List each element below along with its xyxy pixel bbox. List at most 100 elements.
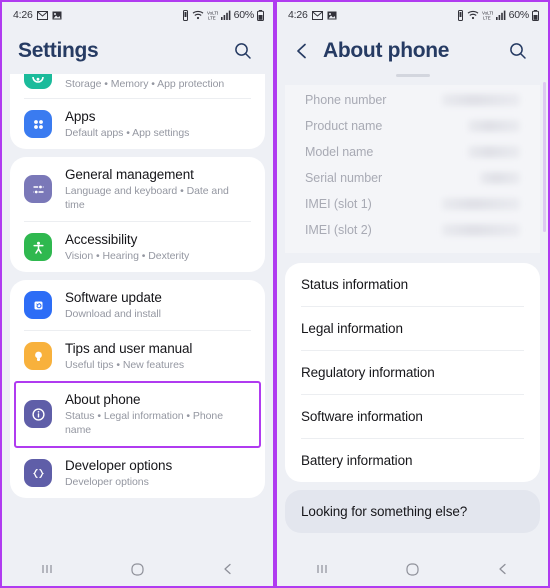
settings-item-software-update-text: Software update Download and install [65, 289, 162, 321]
menu-item-software-information[interactable]: Software information [301, 394, 524, 438]
settings-item-apps-text: Apps Default apps • App settings [65, 108, 189, 140]
info-row-phone-number[interactable]: Phone number [285, 87, 540, 113]
settings-item-tips-text: Tips and user manual Useful tips • New f… [65, 340, 192, 372]
svg-text:LTE: LTE [208, 15, 216, 20]
info-value-redacted [468, 120, 520, 132]
status-bar-time: 4:26 [13, 9, 33, 21]
info-label: Phone number [305, 93, 387, 107]
gmail-icon [36, 10, 48, 20]
recents-button[interactable] [25, 555, 69, 583]
battery-percent-label: 60% [233, 9, 255, 21]
settings-item-subtitle: Default apps • App settings [65, 127, 190, 139]
signal-icon [220, 10, 231, 20]
info-row-imei-slot-2[interactable]: IMEI (slot 2) [285, 217, 540, 243]
settings-item-subtitle: Storage • Memory • App protection [65, 78, 225, 90]
photos-icon [327, 11, 337, 20]
settings-item-tips-and-user-manual[interactable]: Tips and user manual Useful tips • New f… [24, 330, 251, 381]
settings-group-about: Software update Download and install Tip… [10, 280, 265, 498]
search-icon[interactable] [504, 37, 532, 65]
info-circle-icon [24, 400, 52, 428]
status-bar-left-group: 4:26 [13, 9, 62, 21]
settings-item-subtitle: Status • Legal information • Phone name [65, 410, 223, 436]
lightbulb-icon [24, 342, 52, 370]
software-update-icon [24, 291, 52, 319]
screenshot-root: 4:26 VoLTELTE [0, 0, 550, 588]
settings-item-general-management[interactable]: General management Language and keyboard… [24, 157, 251, 221]
info-row-model-name[interactable]: Model name [285, 139, 540, 165]
settings-item-apps[interactable]: Apps Default apps • App settings [24, 98, 251, 149]
navigation-bar-left [2, 552, 273, 586]
info-value-redacted [480, 172, 520, 184]
settings-scroll-body[interactable]: Storage • Memory • App protection Apps D… [2, 74, 273, 552]
info-label: Serial number [305, 171, 383, 185]
chevron-left-icon[interactable] [289, 38, 315, 64]
navigation-bar-right [277, 552, 548, 586]
settings-item-title: About phone [65, 392, 141, 407]
lte-icon: VoLTELTE [482, 10, 493, 20]
signal-icon [495, 10, 506, 20]
battery-percent-label: 60% [508, 9, 530, 21]
settings-item-subtitle: Download and install [65, 308, 161, 320]
settings-item-title: Software update [65, 290, 162, 305]
settings-item-developer-options-text: Developer options Developer options [65, 457, 172, 489]
right-phone-screen: 4:26 VoLTELTE [275, 0, 550, 588]
svg-text:LTE: LTE [483, 15, 491, 20]
settings-item-software-update[interactable]: Software update Download and install [24, 280, 251, 330]
accessibility-person-icon [24, 233, 52, 261]
recents-button[interactable] [300, 555, 344, 583]
device-care-icon [24, 74, 52, 89]
about-phone-app-bar: About phone [277, 28, 548, 74]
info-row-serial-number[interactable]: Serial number [285, 165, 540, 191]
settings-item-title: Accessibility [65, 232, 138, 247]
settings-app-bar: Settings [2, 28, 273, 74]
settings-item-accessibility-text: Accessibility Vision • Hearing • Dexteri… [65, 231, 189, 263]
home-button[interactable] [390, 555, 434, 583]
left-phone-screen: 4:26 VoLTELTE [0, 0, 275, 588]
settings-item-device-care[interactable]: Storage • Memory • App protection [24, 74, 251, 98]
device-info-card: Phone number Product name Model name Ser… [285, 85, 540, 253]
info-row-imei-slot-1[interactable]: IMEI (slot 1) [285, 191, 540, 217]
settings-group-general: General management Language and keyboard… [10, 157, 265, 272]
info-value-redacted [442, 198, 520, 210]
looking-for-something-else-item[interactable]: Looking for something else? [285, 490, 540, 533]
settings-item-subtitle: Vision • Hearing • Dexterity [65, 250, 190, 262]
status-bar-time: 4:26 [288, 9, 308, 21]
status-bar-left-group: 4:26 [288, 9, 337, 21]
settings-item-developer-options[interactable]: Developer options Developer options [24, 448, 251, 498]
settings-item-title: Apps [65, 109, 96, 124]
back-button[interactable] [481, 555, 525, 583]
back-button[interactable] [206, 555, 250, 583]
about-phone-scroll-body[interactable]: Phone number Product name Model name Ser… [277, 74, 548, 552]
info-label: IMEI (slot 2) [305, 223, 372, 237]
code-braces-icon [24, 459, 52, 487]
lte-icon: VoLTELTE [207, 10, 218, 20]
menu-item-battery-information[interactable]: Battery information [301, 438, 524, 482]
status-bar-right: 4:26 VoLTELTE [277, 2, 548, 28]
menu-item-regulatory-information[interactable]: Regulatory information [301, 350, 524, 394]
settings-item-accessibility[interactable]: Accessibility Vision • Hearing • Dexteri… [24, 221, 251, 272]
sliders-icon [24, 175, 52, 203]
wifi-icon [192, 10, 204, 20]
search-icon[interactable] [229, 37, 257, 65]
drag-handle [395, 74, 430, 77]
info-value-redacted [442, 224, 520, 236]
info-value-redacted [468, 146, 520, 158]
settings-group-device-care: Storage • Memory • App protection Apps D… [10, 74, 265, 149]
settings-item-subtitle: Developer options [65, 476, 149, 488]
info-row-product-name[interactable]: Product name [285, 113, 540, 139]
scrollbar-thumb[interactable] [543, 82, 546, 232]
settings-item-subtitle: Language and keyboard • Date and time [65, 185, 229, 211]
info-label: Model name [305, 145, 374, 159]
settings-item-about-phone-text: About phone Status • Legal information •… [65, 391, 250, 437]
wifi-icon [467, 10, 479, 20]
menu-item-legal-information[interactable]: Legal information [301, 306, 524, 350]
settings-item-about-phone[interactable]: About phone Status • Legal information •… [24, 381, 251, 448]
home-button[interactable] [115, 555, 159, 583]
menu-item-status-information[interactable]: Status information [301, 263, 524, 306]
photos-icon [52, 11, 62, 20]
info-value-redacted [442, 94, 520, 106]
info-label: Product name [305, 119, 383, 133]
gmail-icon [311, 10, 323, 20]
battery-icon [257, 9, 264, 21]
settings-item-title: General management [65, 167, 194, 182]
